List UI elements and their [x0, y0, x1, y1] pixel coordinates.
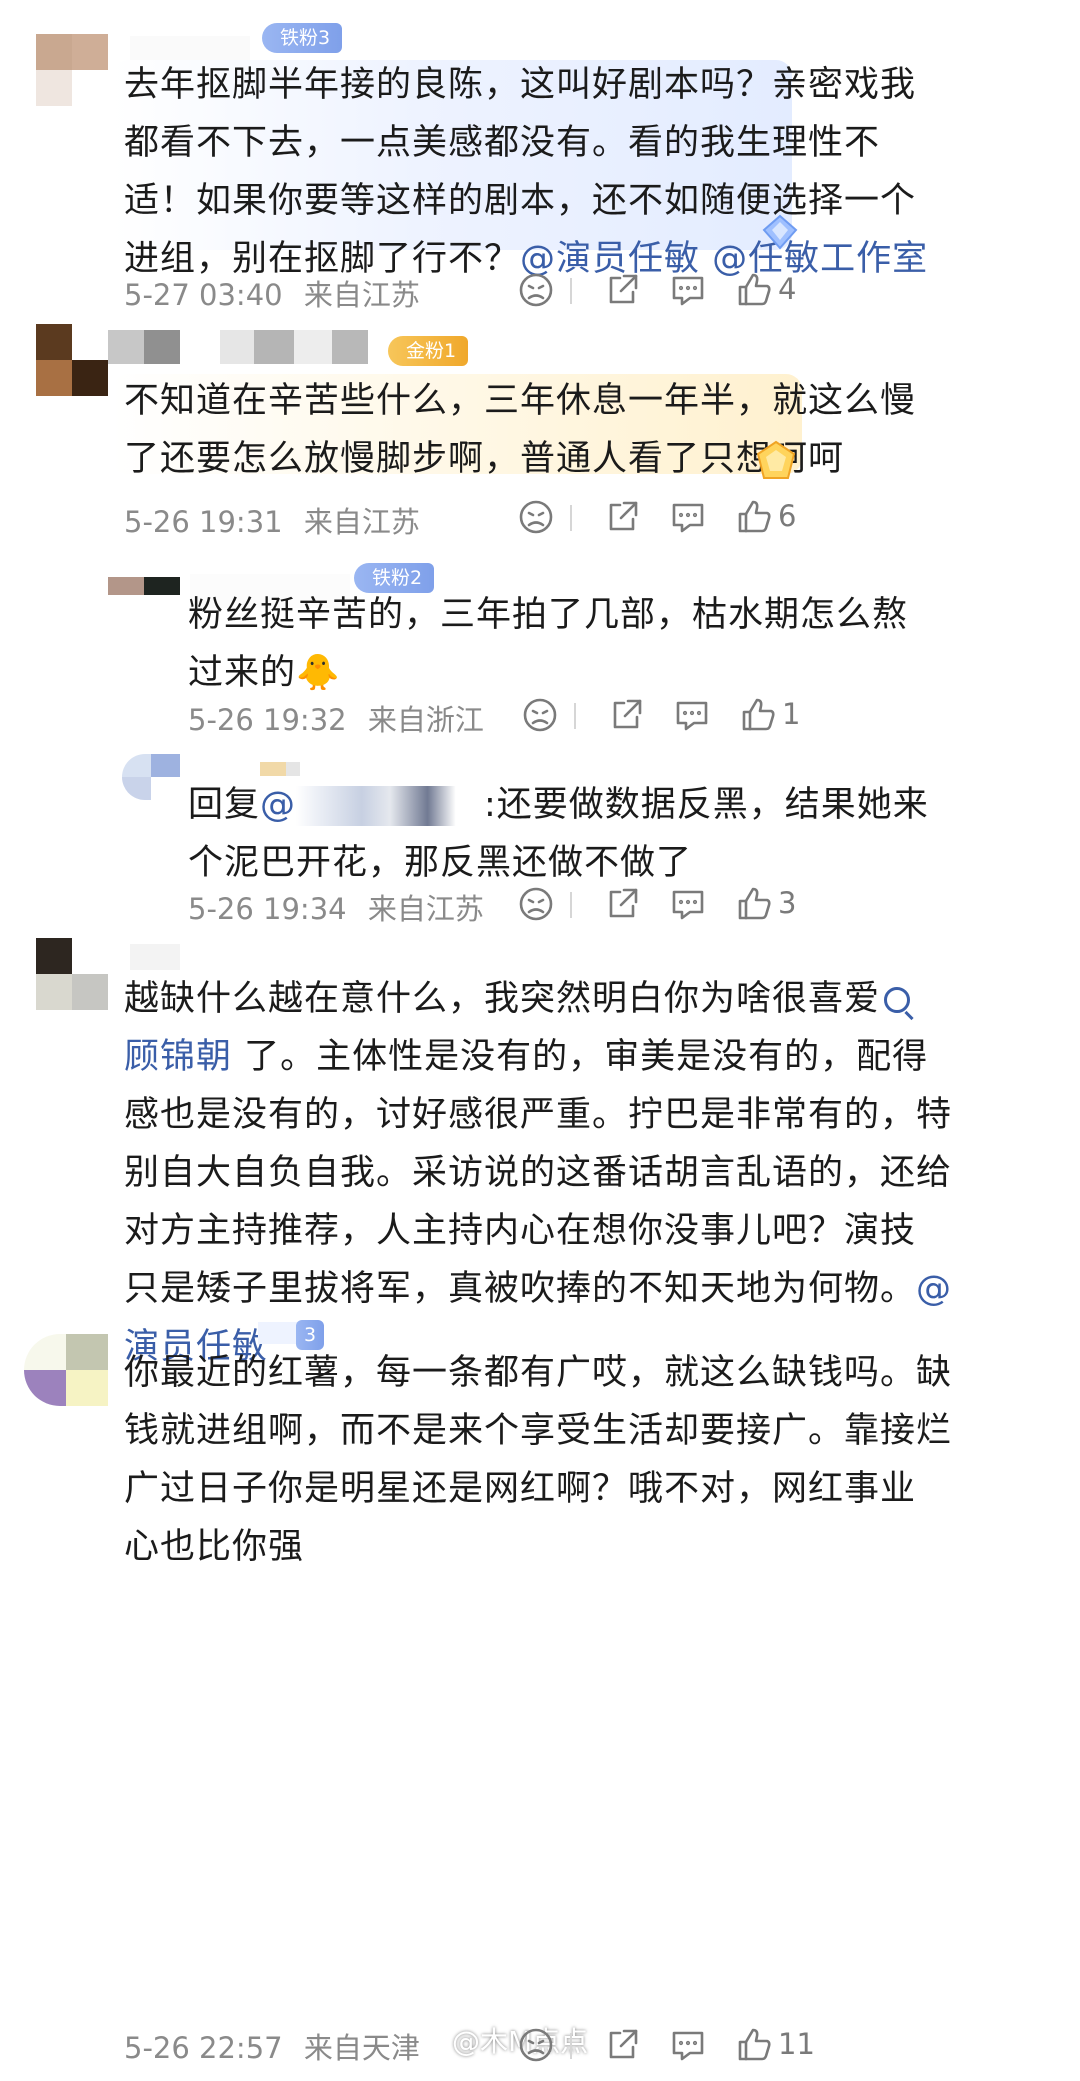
- action-bar: 1: [514, 695, 814, 739]
- username-blurred[interactable]: [296, 786, 485, 826]
- username-blurred[interactable]: [108, 330, 368, 364]
- comment-meta: 5-27 03:40 来自江苏: [124, 272, 420, 314]
- share-icon[interactable]: [602, 270, 642, 310]
- reply-mention[interactable]: @: [260, 785, 296, 825]
- fan-badge: 金粉1: [388, 336, 469, 366]
- divider: [570, 892, 572, 918]
- timestamp: 5-26 19:31: [124, 505, 283, 539]
- gem-icon: [756, 440, 796, 479]
- emoji: 🐥: [296, 653, 341, 693]
- divider: [574, 703, 576, 729]
- like-icon[interactable]: [734, 2025, 774, 2065]
- username-blurred[interactable]: [130, 944, 180, 970]
- share-icon[interactable]: [602, 884, 642, 924]
- like-count: 3: [778, 886, 797, 920]
- avatar[interactable]: [122, 754, 180, 800]
- comment-text: 粉丝挺辛苦的，三年拍了几部，枯水期怎么熬 过来的🐥: [188, 595, 909, 693]
- comment-icon[interactable]: [668, 497, 708, 537]
- divider: [570, 505, 572, 531]
- dislike-face-icon[interactable]: [520, 695, 560, 735]
- dislike-face-icon[interactable]: [516, 270, 556, 310]
- location: 来自浙江: [367, 703, 484, 737]
- dislike-face-icon[interactable]: [516, 497, 556, 537]
- avatar[interactable]: [36, 34, 108, 106]
- comment-text: 去年抠脚半年接的良陈，这叫好剧本吗？亲密戏我 都看不下去，一点美感都没有。看的我…: [124, 65, 929, 279]
- share-icon[interactable]: [606, 695, 646, 735]
- action-bar: 4: [510, 270, 810, 314]
- action-bar: 11: [510, 2025, 815, 2069]
- topic-link[interactable]: 顾锦朝: [124, 1037, 232, 1077]
- like-icon[interactable]: [734, 497, 774, 537]
- comment-text: 越缺什么越在意什么，我突然明白你为啥很喜爱 顾锦朝 了。主体性是没有的，审美是没…: [124, 970, 951, 1376]
- comment-meta: 5-26 22:57 来自天津: [124, 2025, 420, 2067]
- share-icon[interactable]: [602, 497, 642, 537]
- action-bar: 3: [510, 884, 810, 928]
- comment-meta: 5-26 19:34 来自江苏: [188, 886, 484, 928]
- username-blurred[interactable]: [260, 762, 300, 776]
- diamond-icon: [762, 214, 798, 250]
- divider: [570, 2033, 572, 2059]
- share-icon[interactable]: [602, 2025, 642, 2065]
- like-count: 11: [778, 2027, 815, 2061]
- avatar[interactable]: [24, 1334, 108, 1406]
- comment-meta: 5-26 19:31 来自江苏: [124, 499, 420, 541]
- like-count: 6: [778, 499, 797, 533]
- avatar[interactable]: [36, 324, 108, 396]
- comment-icon[interactable]: [668, 270, 708, 310]
- timestamp: 5-26 22:57: [124, 2031, 283, 2065]
- like-icon[interactable]: [734, 884, 774, 924]
- action-bar: 6: [510, 497, 810, 541]
- avatar[interactable]: [36, 938, 108, 1010]
- dislike-face-icon[interactable]: [516, 884, 556, 924]
- dislike-face-icon[interactable]: [516, 2025, 556, 2065]
- divider: [570, 278, 572, 304]
- avatar[interactable]: [108, 577, 180, 613]
- location: 来自江苏: [303, 278, 420, 312]
- like-icon[interactable]: [738, 695, 778, 735]
- comment-icon[interactable]: [672, 695, 712, 735]
- like-count: 1: [782, 697, 801, 731]
- comment-text: 不知道在辛苦些什么，三年休息一年半，就这么慢 了还要怎么放慢脚步啊，普通人看了只…: [124, 381, 917, 479]
- comment-text: 你最近的红薯，每一条都有广哎，就这么缺钱吗。缺 钱就进组啊，而不是来个享受生活却…: [124, 1353, 953, 1567]
- like-count: 4: [778, 272, 797, 306]
- comment-text: 回复@:还要做数据反黑，结果她来 个泥巴开花，那反黑还做不做了: [188, 785, 929, 883]
- timestamp: 5-27 03:40: [124, 278, 283, 312]
- location: 来自江苏: [303, 505, 420, 539]
- fan-badge: 铁粉3: [262, 23, 343, 53]
- comment-icon[interactable]: [668, 2025, 708, 2065]
- search-icon[interactable]: [884, 987, 914, 1021]
- like-icon[interactable]: [734, 270, 774, 310]
- mention-link[interactable]: @: [916, 1269, 952, 1309]
- timestamp: 5-26 19:32: [188, 703, 347, 737]
- comment-icon[interactable]: [668, 884, 708, 924]
- timestamp: 5-26 19:34: [188, 892, 347, 926]
- comment-meta: 5-26 19:32 来自浙江: [188, 697, 484, 739]
- location: 来自江苏: [367, 892, 484, 926]
- location: 来自天津: [303, 2031, 420, 2065]
